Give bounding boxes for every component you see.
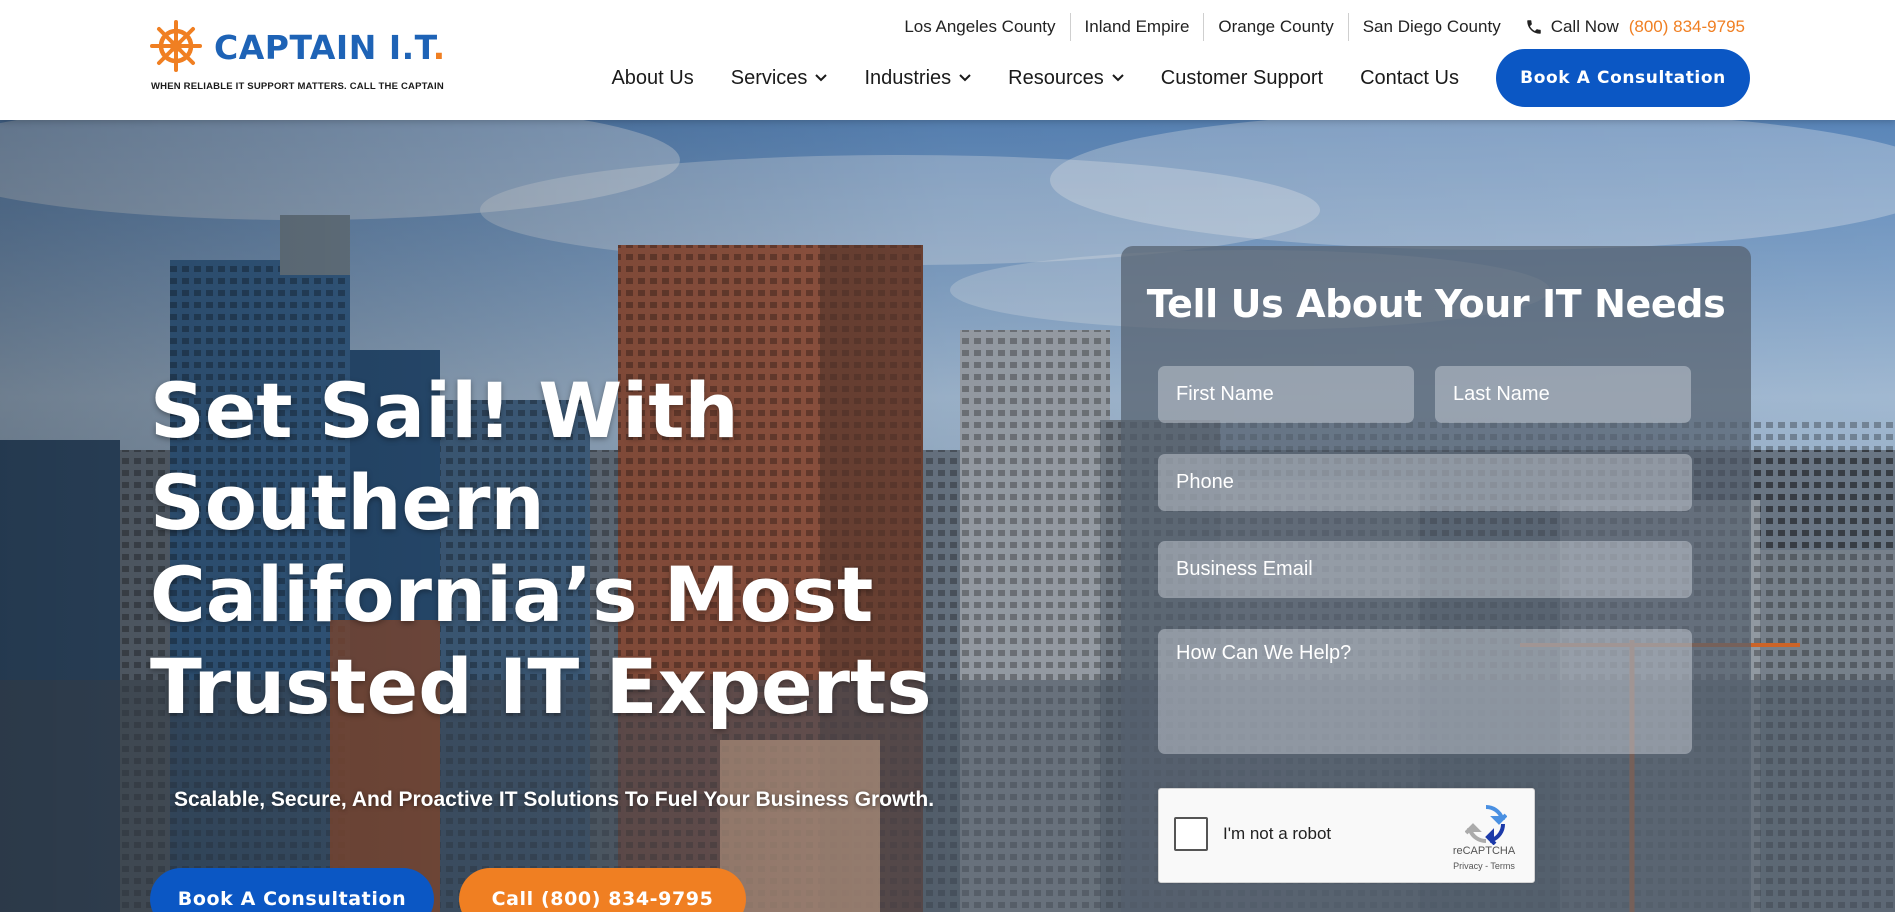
- main-nav: About Us Services Industries Resources C…: [611, 48, 1750, 108]
- county-link-inland-empire[interactable]: Inland Empire: [1071, 13, 1205, 41]
- county-link-orange[interactable]: Orange County: [1204, 13, 1349, 41]
- recaptcha-widget: I'm not a robot reCAPTCHA Privacy - Term…: [1158, 788, 1535, 883]
- nav-about-us[interactable]: About Us: [611, 67, 693, 90]
- book-consultation-button[interactable]: Book A Consultation: [1496, 49, 1750, 107]
- nav-contact-us-label: Contact Us: [1360, 66, 1459, 89]
- form-title: Tell Us About Your IT Needs: [1146, 282, 1726, 326]
- nav-industries-label: Industries: [864, 66, 952, 89]
- nav-services[interactable]: Services: [731, 67, 828, 90]
- chevron-down-icon: [959, 74, 971, 82]
- recaptcha-label: I'm not a robot: [1223, 824, 1332, 843]
- recaptcha-brand: reCAPTCHA: [1452, 845, 1516, 857]
- recaptcha-links[interactable]: Privacy - Terms: [1439, 861, 1529, 871]
- phone-icon: [1526, 20, 1541, 34]
- call-now-number[interactable]: (800) 834-9795: [1629, 13, 1745, 41]
- hero-section: Set Sail! With Southern California’s Mos…: [0, 120, 1895, 912]
- recaptcha-checkbox[interactable]: [1174, 817, 1208, 851]
- recaptcha-icon: [1465, 804, 1507, 845]
- county-link-los-angeles[interactable]: Los Angeles County: [890, 13, 1071, 41]
- hero-subtitle: Scalable, Secure, And Proactive IT Solut…: [174, 788, 935, 811]
- nav-services-label: Services: [730, 66, 808, 89]
- phone-field[interactable]: Phone: [1158, 454, 1692, 511]
- chevron-down-icon: [815, 74, 828, 82]
- brand-tagline: WHEN RELIABLE IT SUPPORT MATTERS. CALL T…: [151, 81, 444, 92]
- nav-about-us-label: About Us: [611, 66, 694, 89]
- business-email-field[interactable]: Business Email: [1158, 541, 1692, 598]
- first-name-field[interactable]: First Name: [1158, 366, 1414, 423]
- nav-resources[interactable]: Resources: [1008, 67, 1124, 90]
- last-name-field[interactable]: Last Name: [1435, 366, 1691, 423]
- chevron-down-icon: [1112, 74, 1124, 82]
- nav-customer-support[interactable]: Customer Support: [1161, 67, 1323, 90]
- hero-book-consultation-button[interactable]: Book A Consultation: [150, 868, 434, 912]
- nav-resources-label: Resources: [1008, 66, 1104, 89]
- nav-contact-us[interactable]: Contact Us: [1360, 67, 1459, 90]
- logo[interactable]: CAPTAIN I.T. WHEN RELIABLE IT SUPPORT MA…: [150, 20, 450, 100]
- brand-name: CAPTAIN I.T.: [214, 28, 446, 67]
- hero-title: Set Sail! With Southern California’s Mos…: [150, 366, 932, 731]
- call-now[interactable]: Call Now (800) 834-9795: [1525, 13, 1745, 41]
- ship-wheel-icon: [150, 20, 202, 72]
- location-bar: Los Angeles County Inland Empire Orange …: [890, 12, 1745, 42]
- call-now-label: Call Now: [1550, 17, 1619, 36]
- county-link-san-diego[interactable]: San Diego County: [1349, 13, 1515, 41]
- hero-call-button[interactable]: Call (800) 834-9795: [459, 868, 746, 912]
- how-can-we-help-field[interactable]: How Can We Help?: [1158, 629, 1692, 754]
- nav-customer-support-label: Customer Support: [1160, 66, 1324, 89]
- contact-form: Tell Us About Your IT Needs First Name L…: [1121, 246, 1751, 912]
- nav-industries[interactable]: Industries: [864, 67, 971, 90]
- site-header: CAPTAIN I.T. WHEN RELIABLE IT SUPPORT MA…: [0, 0, 1895, 120]
